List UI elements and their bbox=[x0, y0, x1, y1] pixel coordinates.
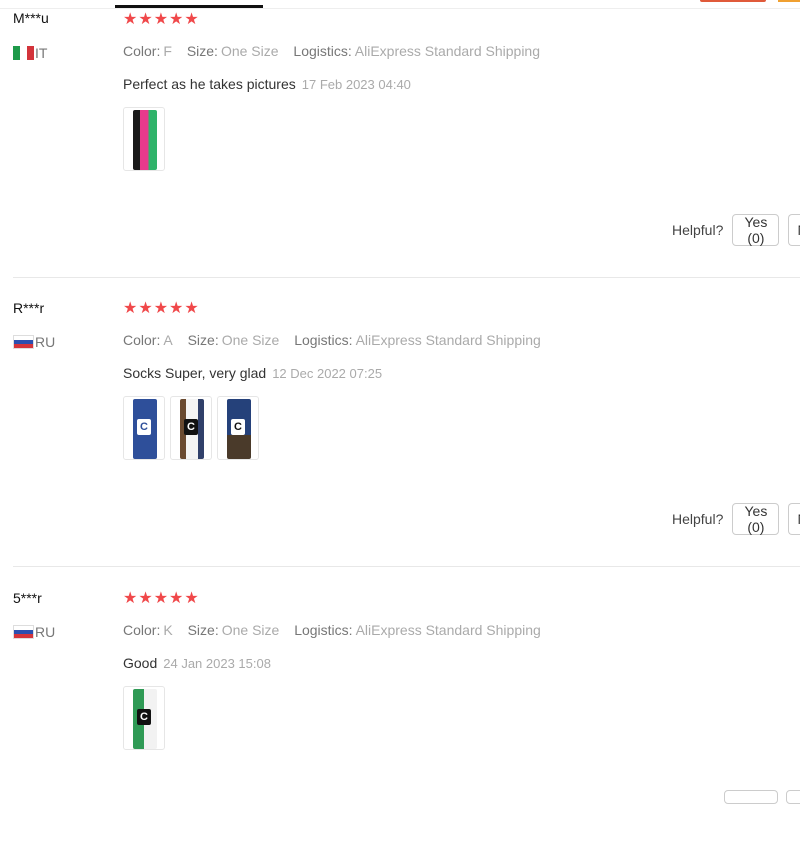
reviewer-country: IT bbox=[13, 45, 47, 61]
logistics-value: AliExpress Standard Shipping bbox=[354, 43, 541, 59]
review-photo-thumbnail[interactable]: C bbox=[123, 396, 165, 460]
star-icon: ★ bbox=[123, 300, 138, 317]
review-photo-thumbnail[interactable]: C bbox=[123, 686, 165, 750]
review-photos: C C C bbox=[123, 396, 259, 460]
review-content: Good 24 Jan 2023 15:08 bbox=[123, 655, 271, 671]
size-value: One Size bbox=[221, 622, 280, 638]
italy-flag-icon bbox=[13, 46, 34, 60]
logistics-label: Logistics: bbox=[294, 622, 353, 638]
size-value: One Size bbox=[220, 43, 279, 59]
reviewer-country: RU bbox=[13, 334, 55, 350]
helpful-no-button[interactable]: N bbox=[788, 214, 800, 246]
review-divider bbox=[13, 566, 800, 567]
helpful-section: Helpful? Yes (0) N bbox=[672, 214, 800, 246]
star-rating: ★ ★ ★ ★ ★ bbox=[123, 591, 199, 607]
helpful-no-button[interactable]: N bbox=[788, 503, 800, 535]
review-attributes: Color: K Size: One Size Logistics: AliExpre… bbox=[123, 622, 552, 638]
size-label: Size: bbox=[187, 332, 219, 348]
star-icon: ★ bbox=[169, 300, 184, 317]
star-icon: ★ bbox=[184, 300, 199, 317]
review-date: 24 Jan 2023 15:08 bbox=[163, 656, 271, 671]
star-icon: ★ bbox=[123, 590, 138, 607]
reviewer-country: RU bbox=[13, 624, 55, 640]
review-item: R***r RU ★ ★ ★ ★ ★ Color: A Size: One Size… bbox=[0, 289, 800, 569]
reviewer-name: 5***r bbox=[13, 590, 42, 606]
review-item: 5***r RU ★ ★ ★ ★ ★ Color: K Size: One Size… bbox=[0, 579, 800, 859]
helpful-yes-button[interactable]: Yes (0) bbox=[732, 503, 780, 535]
star-rating: ★ ★ ★ ★ ★ bbox=[123, 12, 199, 28]
reviewer-name: R***r bbox=[13, 300, 45, 316]
star-icon: ★ bbox=[184, 11, 199, 28]
color-value: K bbox=[163, 622, 173, 638]
logistics-value: AliExpress Standard Shipping bbox=[355, 622, 541, 638]
helpful-section: Helpful? Yes (0) N bbox=[672, 503, 800, 535]
country-code: IT bbox=[35, 45, 48, 61]
star-icon: ★ bbox=[184, 590, 199, 607]
review-divider bbox=[13, 277, 800, 278]
star-rating: ★ ★ ★ ★ ★ bbox=[123, 301, 199, 317]
review-content: Perfect as he takes pictures 17 Feb 2023 … bbox=[123, 76, 411, 92]
review-text: Socks Super, very glad bbox=[123, 365, 267, 381]
country-code: RU bbox=[35, 334, 56, 350]
review-text: Good bbox=[123, 655, 158, 671]
star-icon: ★ bbox=[138, 590, 153, 607]
helpful-yes-button[interactable] bbox=[724, 790, 778, 804]
star-icon: ★ bbox=[169, 11, 184, 28]
reviewer-name: M***u bbox=[13, 10, 49, 26]
star-icon: ★ bbox=[153, 300, 169, 317]
color-label: Color: bbox=[123, 43, 161, 59]
russia-flag-icon bbox=[13, 625, 34, 639]
review-text: Perfect as he takes pictures bbox=[123, 76, 296, 92]
russia-flag-icon bbox=[13, 335, 34, 349]
helpful-label: Helpful? bbox=[672, 511, 724, 527]
size-label: Size: bbox=[187, 622, 219, 638]
review-photo-thumbnail[interactable]: C bbox=[170, 396, 212, 460]
star-icon: ★ bbox=[123, 11, 138, 28]
size-value: One Size bbox=[221, 332, 280, 348]
review-date: 12 Dec 2022 07:25 bbox=[272, 366, 383, 381]
color-label: Color: bbox=[123, 622, 161, 638]
star-icon: ★ bbox=[153, 590, 169, 607]
logistics-label: Logistics: bbox=[294, 332, 353, 348]
star-icon: ★ bbox=[138, 11, 153, 28]
color-label: Color: bbox=[123, 332, 161, 348]
star-icon: ★ bbox=[153, 11, 169, 28]
color-value: A bbox=[163, 332, 173, 348]
review-photo-thumbnail[interactable] bbox=[123, 107, 165, 171]
country-code: RU bbox=[35, 624, 56, 640]
helpful-label: Helpful? bbox=[672, 222, 724, 238]
logistics-value: AliExpress Standard Shipping bbox=[355, 332, 541, 348]
star-icon: ★ bbox=[169, 590, 184, 607]
review-attributes: Color: F Size: One Size Logistics: AliExpre… bbox=[123, 43, 551, 59]
review-photos bbox=[123, 107, 165, 171]
helpful-no-button[interactable] bbox=[786, 790, 800, 804]
color-value: F bbox=[163, 43, 172, 59]
review-photos: C bbox=[123, 686, 165, 750]
review-date: 17 Feb 2023 04:40 bbox=[301, 77, 411, 92]
helpful-yes-button[interactable]: Yes (0) bbox=[732, 214, 780, 246]
review-photo-thumbnail[interactable]: C bbox=[217, 396, 259, 460]
review-attributes: Color: A Size: One Size Logistics: AliExpre… bbox=[123, 332, 552, 348]
review-content: Socks Super, very glad 12 Dec 2022 07:25 bbox=[123, 365, 382, 381]
logistics-label: Logistics: bbox=[293, 43, 352, 59]
size-label: Size: bbox=[186, 43, 218, 59]
star-icon: ★ bbox=[138, 300, 153, 317]
review-item: M***u IT ★ ★ ★ ★ ★ Color: F Size: One Size… bbox=[0, 0, 800, 280]
